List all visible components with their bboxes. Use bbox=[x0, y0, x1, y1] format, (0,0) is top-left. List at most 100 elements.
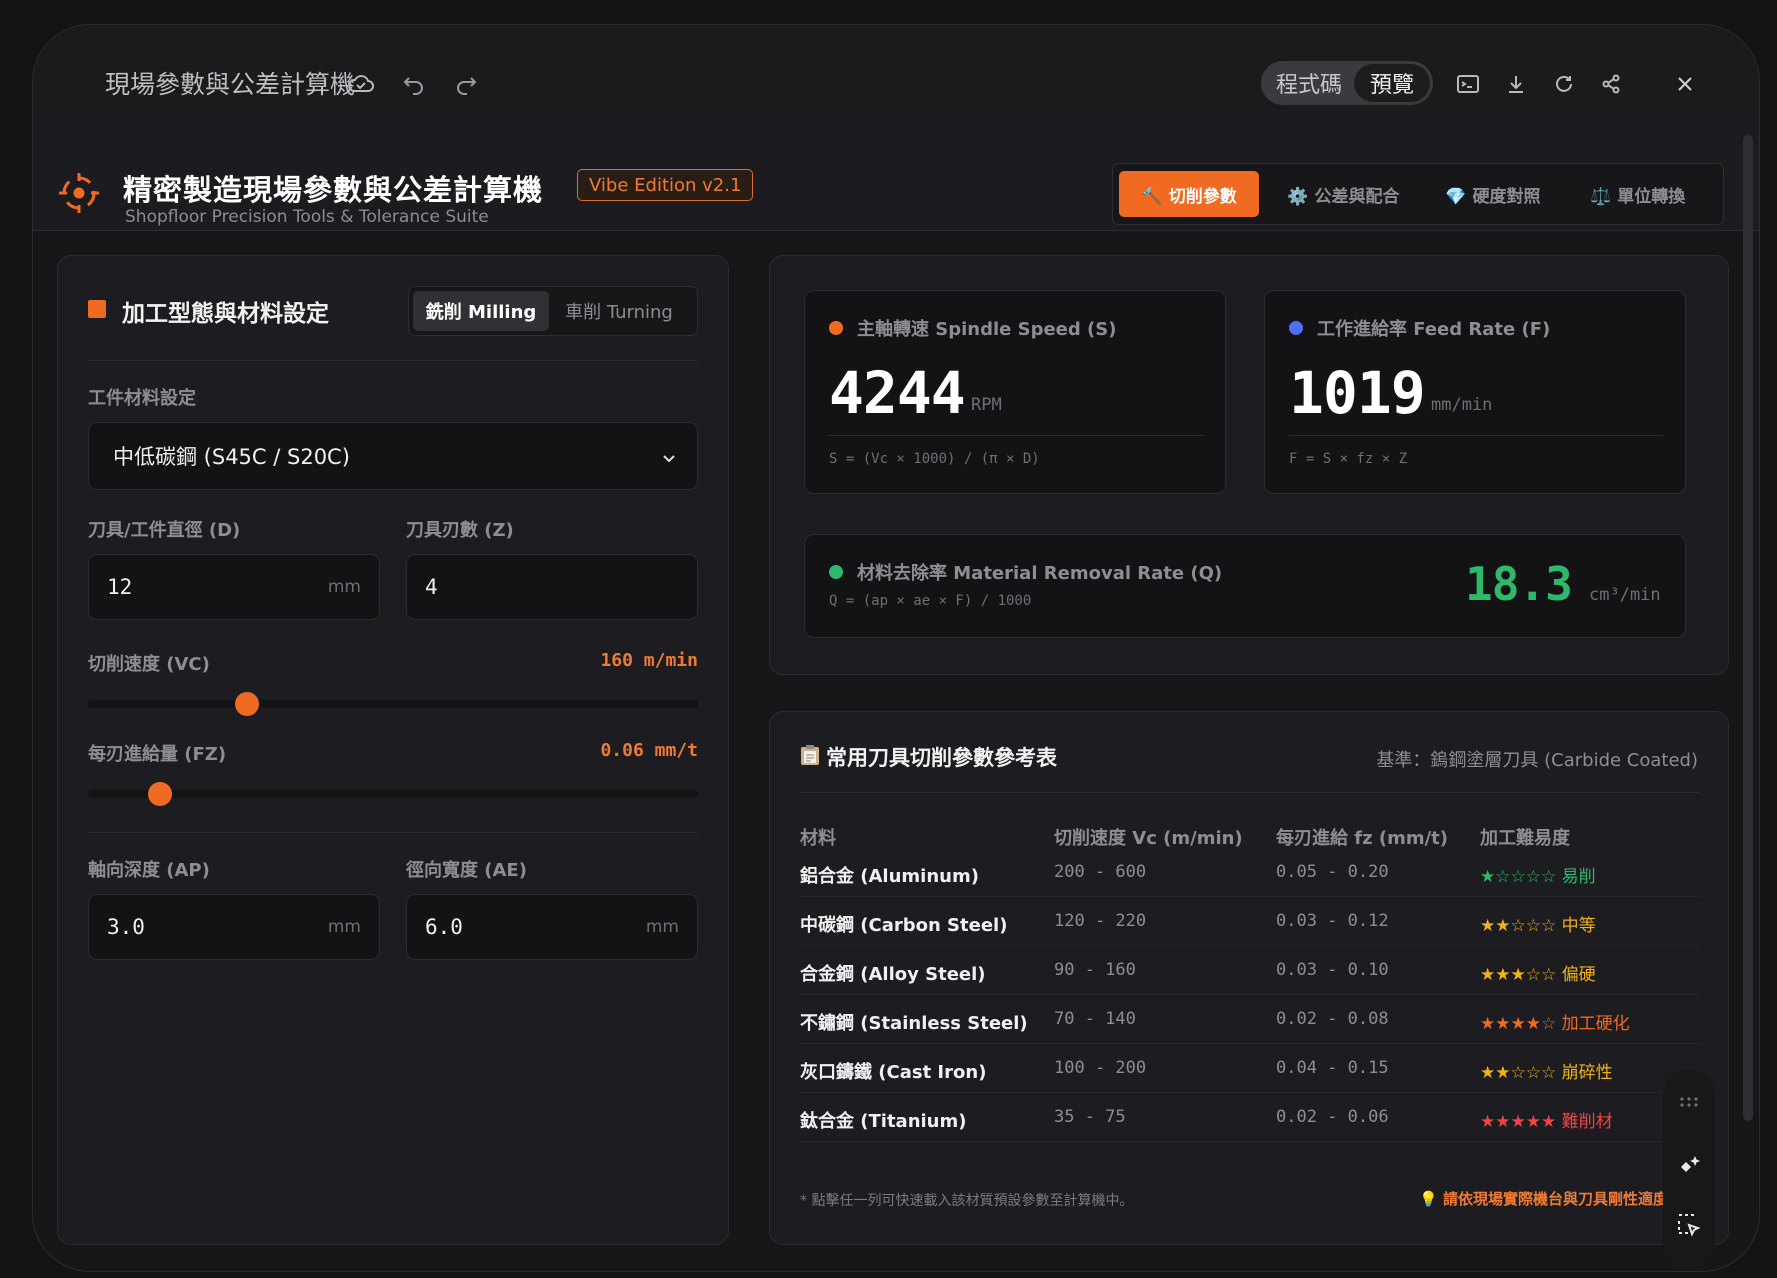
feed-value: 1019 bbox=[1289, 359, 1426, 427]
share-icon[interactable] bbox=[1596, 69, 1626, 99]
undo-icon[interactable] bbox=[399, 69, 429, 99]
window-title: 現場參數與公差計算機 bbox=[105, 70, 356, 99]
row-difficulty: ★☆☆☆☆ 易削 bbox=[1480, 867, 1596, 887]
removal-rate-card: 材料去除率 Material Removal Rate (Q) Q = (ap … bbox=[804, 534, 1686, 638]
feed-rate-card: 工作進給率 Feed Rate (F) 1019 mm/min F = S × … bbox=[1264, 290, 1686, 494]
tab-hardness-chart[interactable]: 💎 硬度對照 bbox=[1428, 171, 1559, 217]
table-row[interactable]: 合金鋼 (Alloy Steel) 90 - 160 0.03 - 0.10 ★★★☆… bbox=[800, 946, 1700, 995]
ap-input[interactable]: 3.0 mm bbox=[88, 894, 380, 960]
row-feed: 0.03 - 0.10 bbox=[1276, 960, 1389, 980]
col-material: 材料 bbox=[800, 828, 836, 849]
teeth-value: 4 bbox=[425, 575, 438, 599]
table-row[interactable]: 鈦合金 (Titanium) 35 - 75 0.02 - 0.06 ★★★★★ 難削… bbox=[800, 1093, 1700, 1142]
sparkle-icon[interactable] bbox=[1676, 1153, 1702, 1183]
floating-toolbar bbox=[1663, 1069, 1715, 1269]
terminal-icon[interactable] bbox=[1453, 69, 1483, 99]
row-material: 鋁合金 (Aluminum) bbox=[800, 866, 979, 887]
teeth-input[interactable]: 4 bbox=[406, 554, 698, 620]
reference-title: 常用刀具切削參數參考表 bbox=[800, 742, 1057, 772]
ap-value: 3.0 bbox=[107, 915, 145, 939]
divider bbox=[88, 360, 698, 361]
row-difficulty: ★★★☆☆ 偏硬 bbox=[1480, 965, 1596, 985]
table-row[interactable]: 不鏽鋼 (Stainless Steel) 70 - 140 0.02 - 0.08… bbox=[800, 995, 1700, 1044]
fz-label: 每刃進給量 (FZ) bbox=[88, 744, 227, 765]
row-feed: 0.02 - 0.06 bbox=[1276, 1107, 1389, 1127]
row-feed: 0.02 - 0.08 bbox=[1276, 1009, 1389, 1029]
fz-slider-thumb[interactable] bbox=[147, 782, 172, 806]
row-difficulty: ★★☆☆☆ 中等 bbox=[1480, 916, 1596, 936]
divider bbox=[800, 792, 1700, 793]
close-icon[interactable] bbox=[1670, 69, 1700, 99]
diameter-label: 刀具/工件直徑 (D) bbox=[88, 520, 241, 541]
row-difficulty: ★★★★★ 難削材 bbox=[1480, 1112, 1613, 1132]
spindle-unit: RPM bbox=[971, 395, 1002, 415]
mode-milling-button[interactable]: 銑削 Milling bbox=[413, 291, 549, 331]
window-toolbar: 現場參數與公差計算機 程式碼 預覽 bbox=[33, 25, 1759, 121]
tab-tolerance-fit[interactable]: ⚙️ 公差與配合 bbox=[1273, 171, 1413, 217]
col-cutting-speed: 切削速度 Vc (m/min) bbox=[1054, 828, 1243, 849]
ap-unit: mm bbox=[327, 917, 361, 937]
download-icon[interactable] bbox=[1501, 69, 1531, 99]
row-cutting-speed: 35 - 75 bbox=[1054, 1107, 1126, 1127]
redo-icon[interactable] bbox=[451, 69, 481, 99]
reference-title-text: 常用刀具切削參數參考表 bbox=[826, 746, 1057, 770]
cloud-sync-icon[interactable] bbox=[346, 69, 376, 99]
material-label: 工件材料設定 bbox=[88, 388, 196, 409]
ae-label: 徑向寬度 (AE) bbox=[406, 860, 527, 881]
spindle-label: 主軸轉速 Spindle Speed (S) bbox=[857, 319, 1117, 340]
reference-note: 基準：鎢鋼塗層刀具 (Carbide Coated) bbox=[1376, 750, 1698, 771]
divider bbox=[829, 435, 1203, 436]
table-row[interactable]: 中碳鋼 (Carbon Steel) 120 - 220 0.03 - 0.12 ★★… bbox=[800, 897, 1700, 946]
row-cutting-speed: 90 - 160 bbox=[1054, 960, 1136, 980]
settings-panel: 加工型態與材料設定 銑削 Milling 車削 Turning 工件材料設定 中… bbox=[57, 255, 729, 1245]
grip-icon[interactable] bbox=[1679, 1093, 1699, 1112]
vc-slider[interactable] bbox=[88, 692, 698, 716]
clipboard-icon bbox=[800, 744, 820, 771]
feed-label: 工作進給率 Feed Rate (F) bbox=[1317, 319, 1551, 340]
scrollbar[interactable] bbox=[1743, 135, 1753, 1121]
diameter-unit: mm bbox=[327, 577, 361, 597]
divider bbox=[1289, 435, 1663, 436]
select-area-icon[interactable] bbox=[1677, 1213, 1701, 1241]
tab-unit-conversion[interactable]: ⚖️ 單位轉換 bbox=[1572, 171, 1703, 217]
vc-label: 切削速度 (VC) bbox=[88, 654, 210, 675]
refresh-icon[interactable] bbox=[1549, 69, 1579, 99]
material-select[interactable]: 中低碳鋼 (S45C / S20C) bbox=[88, 422, 698, 490]
col-feed-per-tooth: 每刃進給 fz (mm/t) bbox=[1276, 828, 1448, 849]
mode-turning-button[interactable]: 車削 Turning bbox=[549, 291, 689, 331]
row-material: 灰口鑄鐵 (Cast Iron) bbox=[800, 1062, 987, 1083]
row-feed: 0.05 - 0.20 bbox=[1276, 862, 1389, 882]
results-panel: 主軸轉速 Spindle Speed (S) 4244 RPM S = (Vc … bbox=[769, 255, 1729, 675]
teeth-label: 刀具刃數 (Z) bbox=[406, 520, 514, 541]
version-badge: Vibe Edition v2.1 bbox=[577, 169, 754, 201]
ae-unit: mm bbox=[645, 917, 679, 937]
mrr-label: 材料去除率 Material Removal Rate (Q) bbox=[857, 563, 1223, 584]
status-dot bbox=[829, 565, 843, 579]
mrr-value: 18.3 bbox=[1465, 557, 1573, 611]
row-material: 中碳鋼 (Carbon Steel) bbox=[800, 915, 1008, 936]
fz-slider[interactable] bbox=[88, 782, 698, 806]
ap-label: 軸向深度 (AP) bbox=[88, 860, 210, 881]
mrr-formula: Q = (ap × ae × F) / 1000 bbox=[829, 593, 1032, 609]
diameter-value: 12 bbox=[107, 575, 133, 599]
code-tab[interactable]: 程式碼 bbox=[1264, 64, 1354, 102]
diameter-input[interactable]: 12 mm bbox=[88, 554, 380, 620]
feed-unit: mm/min bbox=[1431, 395, 1493, 415]
ae-input[interactable]: 6.0 mm bbox=[406, 894, 698, 960]
tab-cutting-parameters[interactable]: 🔨 切削參數 bbox=[1119, 171, 1260, 217]
vc-slider-thumb[interactable] bbox=[234, 692, 259, 716]
table-row[interactable]: 灰口鑄鐵 (Cast Iron) 100 - 200 0.04 - 0.15 ★★☆☆… bbox=[800, 1044, 1700, 1093]
app-subtitle: Shopfloor Precision Tools & Tolerance Su… bbox=[125, 207, 489, 227]
chevron-down-icon bbox=[661, 447, 677, 471]
divider bbox=[88, 832, 698, 833]
vc-value: 160 m/min bbox=[600, 650, 698, 671]
app-window: 現場參數與公差計算機 程式碼 預覽 精密製造現場參數與公差計算機 Vibe Ed… bbox=[32, 24, 1760, 1272]
fz-value: 0.06 mm/t bbox=[600, 740, 698, 761]
table-row[interactable]: 鋁合金 (Aluminum) 200 - 600 0.05 - 0.20 ★☆☆☆☆ … bbox=[800, 848, 1700, 897]
table-tip: 💡 請依現場實際機台與刀具剛性適度 bbox=[1419, 1190, 1668, 1208]
preview-tab[interactable]: 預覽 bbox=[1354, 64, 1430, 102]
app-header: 精密製造現場參數與公差計算機 Vibe Edition v2.1 Shopflo… bbox=[33, 121, 1759, 231]
section-marker bbox=[88, 300, 106, 318]
settings-title: 加工型態與材料設定 bbox=[122, 301, 329, 327]
row-cutting-speed: 200 - 600 bbox=[1054, 862, 1147, 882]
